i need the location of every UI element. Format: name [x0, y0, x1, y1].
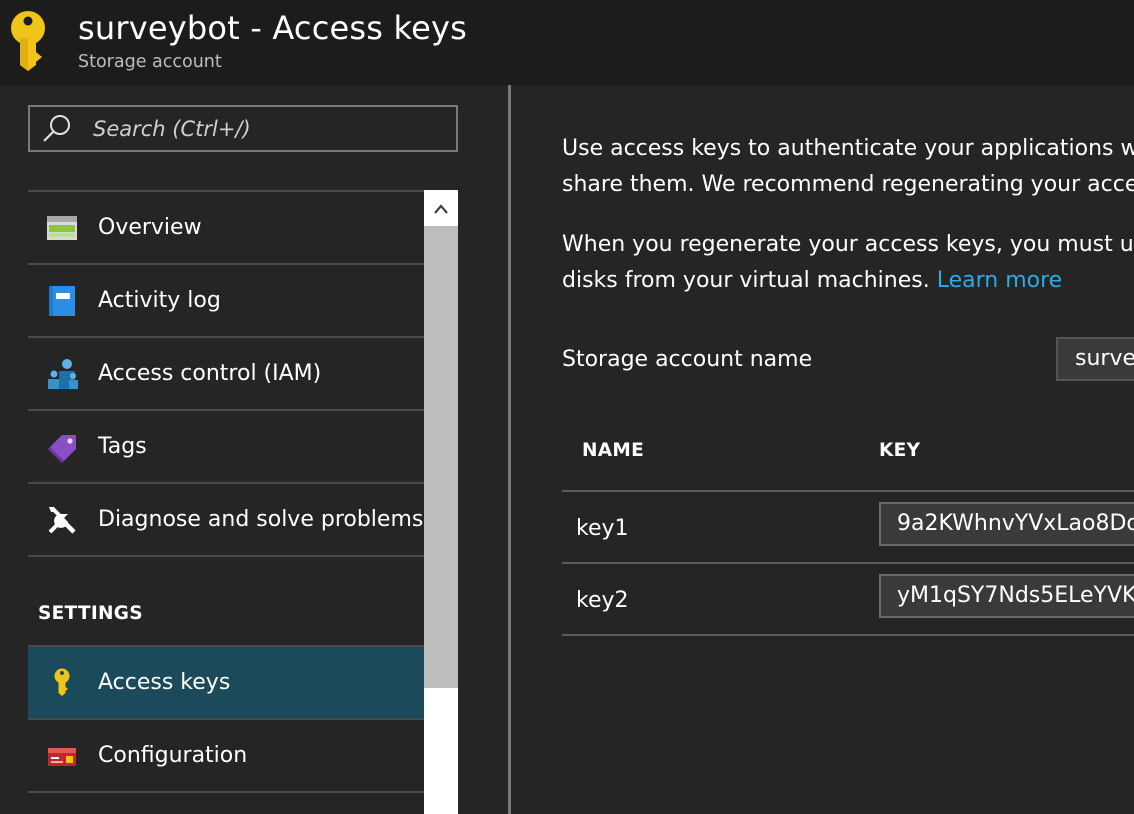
sidebar-item-label: Diagnose and solve problems — [98, 507, 424, 532]
key-name: key1 — [576, 516, 629, 541]
sidebar-item-label: Tags — [98, 434, 147, 459]
table-divider — [562, 490, 1134, 492]
description-line: disks from your virtual machines. Learn … — [562, 263, 1062, 299]
tag-icon — [48, 435, 76, 463]
key-name: key2 — [576, 588, 629, 613]
key-value-field[interactable]: yM1qSY7Nds5ELeYVKI — [879, 574, 1134, 618]
chevron-up-icon — [434, 204, 448, 214]
sidebar-item-overview[interactable]: Overview — [28, 192, 424, 265]
settings-section-heading: SETTINGS — [38, 603, 143, 624]
page-subtitle: Storage account — [78, 52, 222, 72]
scroll-up-button[interactable] — [424, 190, 458, 226]
description-line: Use access keys to authenticate your app… — [562, 136, 1134, 161]
sidebar-scrollbar[interactable] — [424, 190, 458, 814]
search-icon — [43, 115, 70, 142]
learn-more-link[interactable]: Learn more — [937, 268, 1062, 293]
search-input[interactable] — [93, 107, 443, 150]
overview-icon — [47, 216, 77, 240]
scroll-thumb[interactable] — [424, 226, 458, 688]
sidebar-item-label: Access control (IAM) — [98, 361, 322, 386]
blade-header: surveybot - Access keys Storage account — [0, 0, 1134, 85]
key-value-field[interactable]: 9a2KWhnvYVxLao8Dol — [879, 502, 1134, 546]
blade-divider — [508, 85, 511, 814]
key-icon — [54, 668, 70, 696]
sidebar-item-access-control[interactable]: Access control (IAM) — [28, 338, 424, 411]
wrench-icon — [48, 506, 76, 534]
sidebar-item-activity-log[interactable]: Activity log — [28, 265, 424, 338]
page-title: surveybot - Access keys — [78, 9, 468, 47]
sidebar-item-access-keys[interactable]: Access keys — [28, 647, 424, 720]
sidebar-item-label: Activity log — [98, 288, 221, 313]
column-header-key: KEY — [879, 440, 921, 461]
sidebar-item-label: Configuration — [98, 743, 248, 768]
search-box[interactable] — [28, 105, 458, 152]
sidebar-item-diagnose[interactable]: Diagnose and solve problems — [28, 484, 424, 557]
activity-log-icon — [49, 286, 75, 316]
key-icon — [11, 11, 45, 71]
configuration-icon — [48, 748, 76, 766]
sidebar-item-configuration[interactable]: Configuration — [28, 720, 424, 793]
sidebar-item-label: Access keys — [98, 670, 231, 695]
description-line: When you regenerate your access keys, yo… — [562, 232, 1134, 257]
menu-divider — [28, 791, 424, 793]
sidebar-item-tags[interactable]: Tags — [28, 411, 424, 484]
column-header-name: NAME — [582, 440, 645, 461]
users-icon — [48, 359, 78, 389]
description-text: disks from your virtual machines. — [562, 268, 937, 293]
table-divider — [562, 634, 1134, 636]
description-line: share them. We recommend regenerating yo… — [562, 172, 1134, 197]
table-divider — [562, 562, 1134, 564]
sidebar-item-label: Overview — [98, 215, 202, 240]
storage-account-name-field[interactable]: survey — [1056, 337, 1134, 381]
storage-account-name-label: Storage account name — [562, 347, 813, 372]
